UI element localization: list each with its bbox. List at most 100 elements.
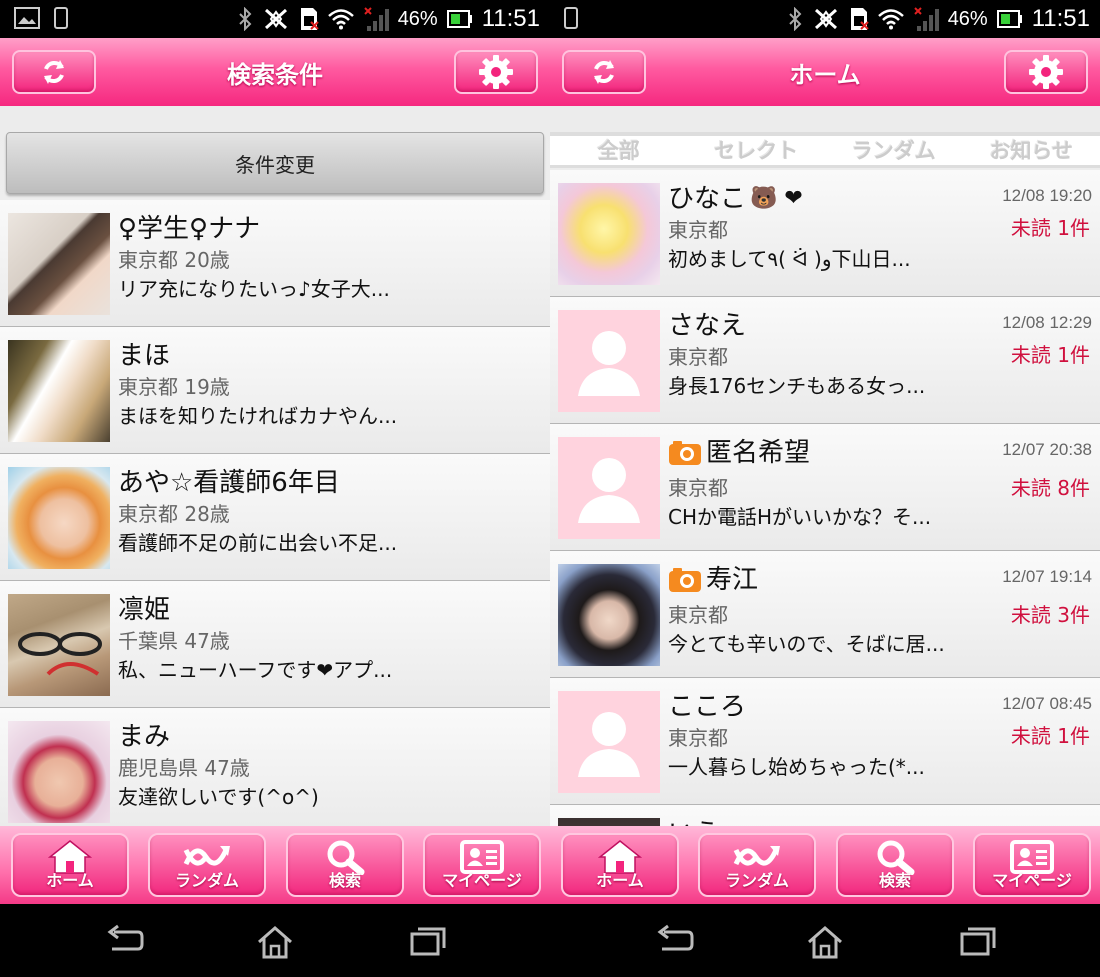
battery-percent: 46%	[947, 7, 988, 30]
nav-random-button[interactable]: ランダム	[148, 833, 266, 897]
user-name: まほ	[118, 341, 171, 371]
app-header: 検索条件	[0, 38, 550, 106]
user-info: 鹿児島県 47歳	[118, 756, 250, 780]
user-info: 東京都 19歳	[118, 375, 230, 399]
user-list: ♀学生♀ナナ 東京都 20歳 リア充になりたいっ♪女子大... まほ 東京都 1…	[0, 200, 550, 826]
nfc-off-icon	[264, 8, 287, 30]
nav-home-button[interactable]: ホーム	[561, 833, 679, 897]
camera-icon	[669, 441, 701, 465]
settings-button[interactable]	[454, 50, 538, 94]
phone-notification-icon	[54, 7, 68, 29]
message-list: ひなこ 🐻 ❤ 東京都 初めまして٩( ᐛ )و下山日... 12/08 19:2…	[550, 170, 1100, 826]
user-name: 凛姫	[118, 595, 171, 625]
user-message: リア充になりたいっ♪女子大...	[118, 277, 390, 301]
search-screen: 46% 11:51 検索条件 条件変更 ♀学生♀ナナ 東京都 20歳 リア充にな…	[0, 0, 550, 977]
home-content: 全部 セレクト ランダム お知らせ ひなこ 🐻 ❤ 東京都 初めまして٩( ᐛ )…	[550, 106, 1100, 826]
list-item[interactable]: あや☆看護師6年目 東京都 28歳 看護師不足の前に出会い不足...	[0, 454, 550, 581]
recents-icon[interactable]	[408, 924, 448, 958]
nfc-off-icon	[814, 8, 837, 30]
wifi-icon	[877, 9, 904, 30]
user-name: ♀学生♀ナナ	[118, 214, 261, 244]
signal-icon	[913, 7, 939, 31]
message-date: 12/08 12:29	[1002, 313, 1092, 332]
user-name: いう	[668, 817, 1090, 826]
nav-random-button[interactable]: ランダム	[698, 833, 816, 897]
list-item[interactable]: 寿江 東京都 今とても辛いので、そばに居... 12/07 19:14 未読 3…	[550, 551, 1100, 678]
camera-icon	[669, 568, 701, 592]
user-message: まほを知りたければカナやん...	[118, 404, 398, 428]
avatar	[8, 213, 110, 315]
user-name: まみ	[118, 722, 171, 752]
nav-home-button[interactable]: ホーム	[11, 833, 129, 897]
bottom-nav: ホーム ランダム 検索 マイページ	[0, 826, 550, 904]
unread-count: 未読 8件	[1010, 476, 1090, 500]
clock: 11:51	[481, 5, 540, 32]
clock: 11:51	[1031, 5, 1090, 32]
gallery-notification-icon	[14, 7, 40, 29]
tab-bar: 全部 セレクト ランダム お知らせ	[550, 132, 1100, 168]
home-icon[interactable]	[805, 924, 845, 960]
avatar	[8, 594, 110, 696]
bluetooth-icon	[788, 7, 802, 31]
back-icon[interactable]	[654, 924, 694, 958]
battery-icon	[996, 10, 1022, 28]
message-preview: CHか電話Hがいいかな？そ...	[668, 505, 932, 529]
message-preview: 一人暮らし始めちゃった(*...	[668, 755, 925, 779]
tab-random[interactable]: ランダム	[825, 136, 963, 165]
person-placeholder-icon	[578, 458, 640, 523]
user-message: 看護師不足の前に出会い不足...	[118, 531, 398, 555]
user-name: ひなこ	[668, 184, 747, 214]
list-item[interactable]: まほ 東京都 19歳 まほを知りたければカナやん...	[0, 327, 550, 454]
user-name: 寿江	[706, 565, 759, 595]
unread-count: 未読 1件	[1010, 216, 1090, 240]
list-item[interactable]: こころ 東京都 一人暮らし始めちゃった(*... 12/07 08:45 未読 …	[550, 678, 1100, 805]
back-icon[interactable]	[104, 924, 144, 958]
recents-icon[interactable]	[958, 924, 998, 958]
unread-count: 未読 1件	[1010, 724, 1090, 748]
sim-icon	[300, 8, 319, 30]
list-item[interactable]: まみ 鹿児島県 47歳 友達欲しいです(^o^)	[0, 708, 550, 826]
battery-percent: 46%	[397, 7, 438, 30]
avatar	[558, 183, 660, 285]
message-preview: 今とても辛いので、そばに居...	[668, 632, 945, 656]
list-item[interactable]: ♀学生♀ナナ 東京都 20歳 リア充になりたいっ♪女子大...	[0, 200, 550, 327]
avatar	[8, 467, 110, 569]
message-date: 12/08 19:20	[1002, 186, 1092, 205]
tab-all[interactable]: 全部	[550, 136, 688, 165]
avatar	[558, 818, 660, 826]
tab-select[interactable]: セレクト	[688, 136, 826, 165]
list-item[interactable]: 匿名希望 東京都 CHか電話Hがいいかな？そ... 12/07 20:38 未読…	[550, 424, 1100, 551]
system-nav-bar	[550, 904, 1100, 977]
home-icon[interactable]	[255, 924, 295, 960]
unread-count: 未読 3件	[1010, 603, 1090, 627]
message-preview: 身長176センチもある女っ...	[668, 374, 926, 398]
name-emoji: 🐻 ❤	[750, 186, 803, 211]
settings-button[interactable]	[1004, 50, 1088, 94]
tab-notices[interactable]: お知らせ	[963, 136, 1100, 165]
status-bar: 46% 11:51	[0, 0, 550, 38]
nav-search-button[interactable]: 検索	[286, 833, 404, 897]
nav-mypage-button[interactable]: マイページ	[423, 833, 541, 897]
user-info: 千葉県 47歳	[118, 629, 230, 653]
message-date: 12/07 19:14	[1002, 567, 1092, 586]
unread-count: 未読 1件	[1010, 343, 1090, 367]
status-bar: 46% 11:51	[550, 0, 1100, 38]
change-conditions-button[interactable]: 条件変更	[6, 132, 544, 194]
app-header: ホーム	[550, 38, 1100, 106]
list-item[interactable]: ひなこ 🐻 ❤ 東京都 初めまして٩( ᐛ )و下山日... 12/08 19:2…	[550, 170, 1100, 297]
gear-icon	[479, 55, 513, 89]
list-item[interactable]: さなえ 東京都 身長176センチもある女っ... 12/08 12:29 未読 …	[550, 297, 1100, 424]
user-info: 東京都 20歳	[118, 248, 230, 272]
avatar-placeholder	[558, 437, 660, 539]
avatar-placeholder	[558, 310, 660, 412]
list-item[interactable]: いう	[550, 805, 1100, 826]
message-preview: 初めまして٩( ᐛ )و下山日...	[668, 247, 911, 271]
person-placeholder-icon	[578, 712, 640, 777]
phone-notification-icon	[564, 7, 578, 29]
list-item[interactable]: 凛姫 千葉県 47歳 私、ニューハーフです❤アプ...	[0, 581, 550, 708]
nav-mypage-button[interactable]: マイページ	[973, 833, 1091, 897]
avatar	[8, 721, 110, 823]
avatar	[8, 340, 110, 442]
user-name: 匿名希望	[706, 438, 811, 468]
nav-search-button[interactable]: 検索	[836, 833, 954, 897]
